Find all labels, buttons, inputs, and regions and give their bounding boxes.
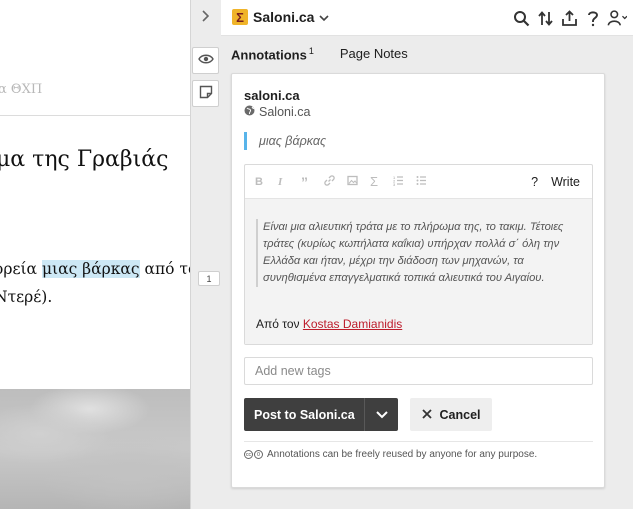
document-header-text: α ΘΧΠ — [0, 82, 43, 97]
collapse-sidebar-button[interactable] — [198, 8, 212, 26]
post-options-dropdown[interactable] — [364, 398, 398, 431]
post-button[interactable]: Post to Saloni.ca — [244, 398, 398, 431]
globe-icon — [244, 105, 255, 119]
annotation-body-quote: Είναι μια αλιευτική τράτα με το πλήρωμα … — [256, 219, 568, 287]
bold-icon[interactable]: B — [255, 176, 278, 188]
cancel-label: Cancel — [439, 407, 481, 422]
sidebar-tabs: Annotations 1 Page Notes — [231, 46, 408, 62]
document-photo — [0, 389, 190, 509]
chevron-down-icon — [319, 9, 330, 25]
highlighted-text[interactable]: μιας βάρκας — [41, 260, 140, 278]
group-selector[interactable]: Σ Saloni.ca — [232, 9, 330, 25]
new-page-note-button[interactable] — [192, 80, 219, 107]
document-text: ορεία — [0, 260, 38, 278]
top-bar-actions — [511, 8, 627, 28]
tab-annotations[interactable]: Annotations 1 — [231, 46, 314, 62]
document-divider — [0, 115, 190, 116]
author-link[interactable]: Kostas Damianidis — [303, 317, 402, 331]
image-icon[interactable] — [347, 175, 370, 189]
document-text-line: Ντερέ). — [0, 288, 53, 306]
svg-text:3: 3 — [393, 182, 396, 186]
sidebar-toolbar-strip — [191, 0, 221, 509]
annotations-count: 1 — [308, 46, 314, 56]
page-note-icon — [199, 85, 213, 102]
user-icon[interactable] — [607, 8, 627, 28]
close-icon — [421, 408, 432, 422]
bullet-list-icon[interactable] — [416, 175, 439, 189]
card-divider — [244, 441, 593, 442]
annotation-group[interactable]: Saloni.ca — [244, 105, 310, 119]
annotation-quote: μιας βάρκας — [244, 132, 326, 150]
license-notice: cc 0 Annotations can be freely reused by … — [244, 449, 537, 460]
annotation-bucket-count[interactable]: 1 — [198, 271, 220, 286]
tags-input[interactable]: Add new tags — [244, 357, 593, 385]
sigma-icon: Σ — [232, 9, 248, 25]
quote-icon[interactable]: ” — [301, 174, 324, 190]
search-icon[interactable] — [511, 8, 531, 28]
tab-page-notes[interactable]: Page Notes — [340, 46, 408, 62]
chevron-right-icon — [201, 9, 210, 25]
editor-preview-body[interactable]: Είναι μια αλιευτική τράτα με το πλήρωμα … — [245, 199, 592, 344]
write-preview-toggle[interactable]: Write — [551, 175, 580, 189]
annotation-group-name: Saloni.ca — [259, 105, 311, 119]
document-text: από το — [144, 260, 190, 278]
annotation-attribution: Από τον Kostas Damianidis — [256, 317, 403, 331]
document-page: α ΘΧΠ μα της Γραβιάς ορεία μιας βάρκας α… — [0, 0, 191, 509]
markdown-help-link[interactable]: ? — [531, 175, 538, 189]
numbered-list-icon[interactable]: 123 — [393, 175, 416, 189]
math-icon[interactable]: Σ — [370, 174, 393, 189]
creative-commons-icon: cc 0 — [244, 450, 263, 459]
annotation-card: saloni.ca Saloni.ca μιας βάρκας B I ” Σ … — [231, 73, 605, 488]
help-icon[interactable] — [583, 8, 603, 28]
italic-icon[interactable]: I — [278, 176, 301, 188]
eye-icon — [197, 53, 214, 68]
sidebar-top-bar: Σ Saloni.ca — [221, 0, 633, 36]
document-title: μα της Γραβιάς — [0, 147, 169, 172]
share-icon[interactable] — [559, 8, 579, 28]
group-name: Saloni.ca — [253, 9, 315, 25]
markdown-editor: B I ” Σ 123 ? Write Είναι μια αλιευτική … — [244, 164, 593, 345]
post-button-label: Post to Saloni.ca — [254, 407, 355, 422]
link-icon[interactable] — [324, 174, 347, 189]
cancel-button[interactable]: Cancel — [410, 398, 492, 431]
sort-icon[interactable] — [535, 8, 555, 28]
annotation-username[interactable]: saloni.ca — [244, 88, 300, 103]
show-highlights-button[interactable] — [192, 47, 219, 74]
license-text: Annotations can be freely reused by anyo… — [267, 449, 538, 460]
editor-toolbar: B I ” Σ 123 ? Write — [245, 165, 592, 199]
document-text-line: ορεία μιας βάρκας από το — [0, 260, 190, 278]
editor-mode-controls: ? Write — [531, 175, 592, 189]
